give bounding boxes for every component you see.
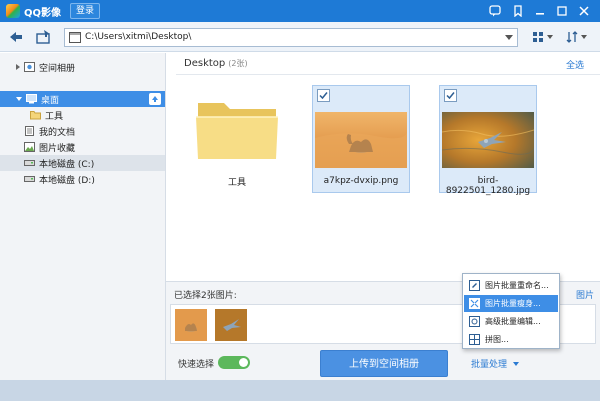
folder-icon — [30, 111, 41, 120]
selected-bird-thumbnail[interactable] — [215, 309, 247, 341]
folder-path-icon — [69, 32, 81, 43]
chevron-down-icon — [581, 35, 587, 39]
sidebar-item-label: 本地磁盘 (C:) — [39, 159, 95, 170]
sidebar-item-label: 工具 — [45, 111, 64, 122]
app-title: QQ影像 — [24, 8, 62, 19]
expand-arrow-icon[interactable] — [16, 64, 20, 70]
tile-label: a7kpz-dvxip.png — [323, 176, 399, 186]
select-all-link[interactable]: 全选 — [566, 58, 584, 71]
menu-item-label: 图片批量瘦身... — [485, 299, 541, 308]
toggle-knob — [239, 358, 248, 367]
sidebar-item-label: 空间相册 — [39, 63, 76, 74]
collage-icon — [469, 334, 480, 345]
sidebar-item-disk-c[interactable]: 本地磁盘 (C:) — [0, 155, 165, 171]
cloud-album-icon — [24, 62, 35, 72]
grid-view-icon — [533, 32, 543, 42]
batch-process-label: 批量处理 — [471, 360, 508, 370]
camel-thumbnail — [315, 112, 407, 168]
status-bar — [0, 380, 600, 401]
image-tile[interactable]: bird-8922501_1280.jpg — [439, 85, 537, 196]
disk-icon — [24, 176, 35, 182]
navigation-toolbar: C:\Users\xitmi\Desktop\ — [0, 22, 600, 52]
sidebar-item-label: 我的文档 — [39, 127, 76, 138]
menu-item-batch-rename[interactable]: 图片批量重命名... — [464, 277, 558, 294]
feedback-icon[interactable] — [487, 3, 503, 19]
tile-label: bird-8922501_1280.jpg — [445, 176, 531, 196]
sidebar-item-tools[interactable]: 工具 — [0, 107, 165, 123]
selection-count-label: 已选择2张图片: — [174, 291, 237, 301]
menu-item-label: 图片批量重命名... — [485, 281, 549, 290]
back-arrow-icon[interactable] — [8, 29, 24, 45]
folder-tile[interactable]: 工具 — [188, 85, 286, 193]
chevron-down-icon — [513, 361, 520, 366]
sidebar-item-label: 桌面 — [41, 95, 60, 106]
disk-icon — [24, 160, 35, 166]
batch-process-button[interactable]: 批量处理 — [471, 357, 520, 370]
tile-checkbox[interactable] — [317, 89, 330, 102]
menu-item-collage[interactable]: 拼图... — [464, 331, 558, 348]
upload-to-album-button[interactable]: 上传到空间相册 — [320, 350, 448, 377]
folder-icon — [196, 103, 278, 159]
tile-label: 工具 — [227, 178, 246, 188]
sort-button[interactable] — [566, 29, 590, 45]
menu-item-label: 高级批量编辑... — [485, 317, 541, 326]
collapse-arrow-icon[interactable] — [16, 97, 22, 101]
login-button[interactable]: 登录 — [70, 3, 100, 19]
image-count: (2张) — [228, 59, 248, 68]
picture-icon — [24, 142, 35, 152]
menu-item-label: 拼图... — [485, 335, 509, 344]
sidebar-item-disk-d[interactable]: 本地磁盘 (D:) — [0, 171, 165, 187]
skin-icon[interactable] — [510, 3, 526, 19]
folder-title: Desktop (2张) — [184, 58, 248, 69]
folder-tree-sidebar: 空间相册 桌面 工具 我的文档 图片收藏 本地磁盘 (C:) 本地磁盘 (D:) — [0, 53, 166, 380]
sidebar-item-label: 本地磁盘 (D:) — [39, 175, 95, 186]
title-bar: QQ影像 登录 — [0, 0, 600, 22]
rename-icon — [469, 280, 480, 291]
folder-name: Desktop — [184, 58, 226, 69]
tile-checkbox[interactable] — [444, 89, 457, 102]
chevron-down-icon[interactable] — [505, 35, 513, 40]
address-path: C:\Users\xitmi\Desktop\ — [85, 32, 192, 42]
up-folder-icon[interactable] — [36, 29, 52, 45]
divider — [176, 74, 600, 75]
image-tile[interactable]: a7kpz-dvxip.png — [312, 85, 410, 193]
file-browser: Desktop (2张) 全选 工具 a7kpz-dvxip.png bird-… — [166, 53, 600, 281]
sidebar-item-label: 图片收藏 — [39, 143, 76, 154]
close-icon[interactable] — [576, 3, 592, 19]
menu-item-batch-compress[interactable]: 图片批量瘦身... — [464, 295, 558, 312]
quick-select-label: 快速选择 — [178, 360, 215, 370]
batch-process-menu: 图片批量重命名... 图片批量瘦身... 高级批量编辑... 拼图... — [462, 273, 560, 349]
selection-action-link[interactable]: 图片 — [576, 288, 594, 301]
chevron-down-icon — [547, 35, 553, 39]
bird-thumbnail — [442, 112, 534, 168]
sidebar-item-cloud-album[interactable]: 空间相册 — [0, 59, 165, 75]
compress-icon — [469, 298, 480, 309]
up-arrow-icon[interactable] — [149, 93, 161, 105]
app-logo-icon — [6, 4, 20, 18]
sort-icon — [566, 31, 578, 43]
minimize-icon[interactable] — [532, 3, 548, 19]
sidebar-item-pictures[interactable]: 图片收藏 — [0, 139, 165, 155]
document-icon — [25, 126, 34, 136]
sidebar-item-documents[interactable]: 我的文档 — [0, 123, 165, 139]
maximize-icon[interactable] — [554, 3, 570, 19]
address-bar[interactable]: C:\Users\xitmi\Desktop\ — [64, 28, 518, 47]
selected-camel-thumbnail[interactable] — [175, 309, 207, 341]
menu-item-advanced-edit[interactable]: 高级批量编辑... — [464, 313, 558, 330]
quick-select-toggle[interactable] — [218, 356, 250, 369]
batch-edit-icon — [469, 316, 480, 327]
action-bar: 快速选择 上传到空间相册 批量处理 — [166, 345, 600, 380]
sidebar-item-desktop[interactable]: 桌面 — [0, 91, 165, 107]
view-mode-button[interactable] — [532, 29, 556, 45]
desktop-icon — [26, 94, 37, 104]
